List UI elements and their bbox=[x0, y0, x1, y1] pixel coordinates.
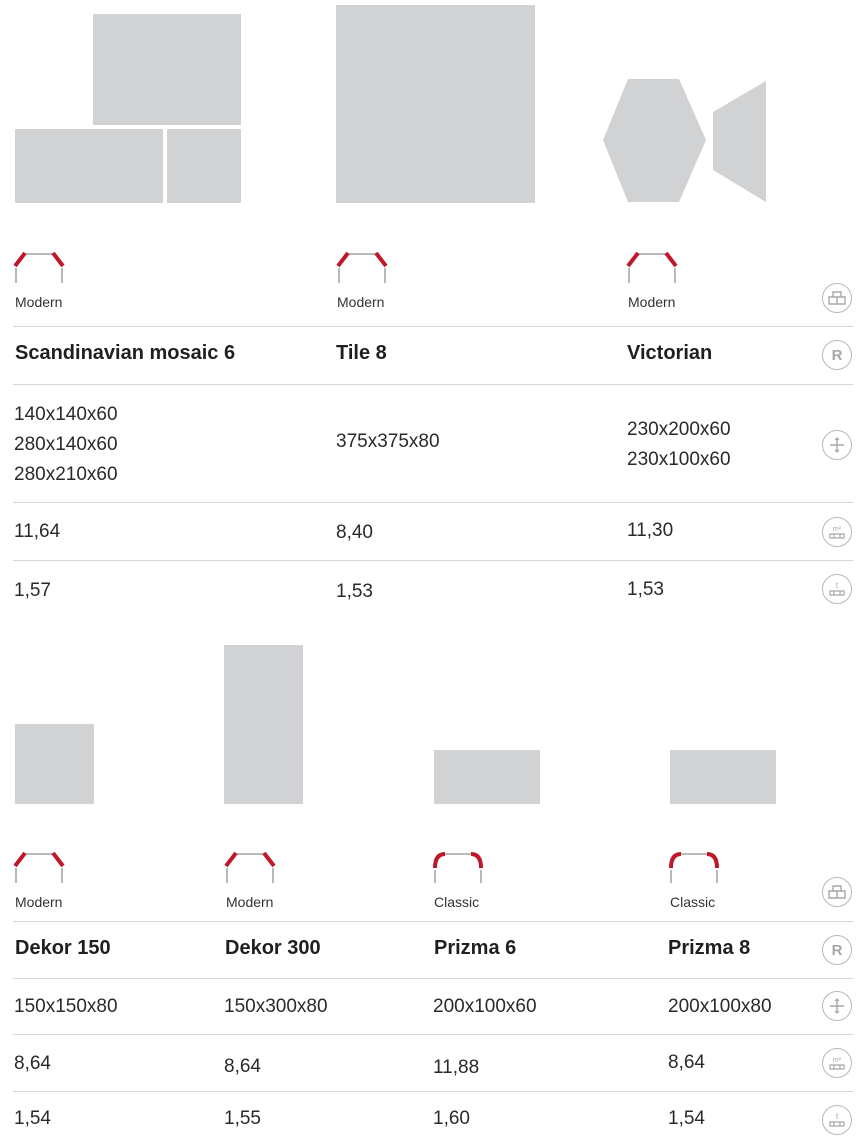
edge-profile-icon bbox=[626, 251, 678, 283]
edge-type-label: Classic bbox=[670, 894, 716, 910]
row-divider bbox=[13, 1034, 853, 1035]
tonne-pallet-icon: t bbox=[822, 574, 852, 604]
product-dimensions: 375x375x80 bbox=[336, 431, 440, 452]
row-divider bbox=[13, 560, 853, 561]
edge-profile-icon bbox=[669, 852, 719, 883]
dimensions-icon bbox=[822, 991, 852, 1021]
product-weight-per-pallet: 1,55 bbox=[224, 1108, 261, 1129]
registered-icon: R bbox=[822, 935, 852, 965]
product-name[interactable]: Victorian bbox=[627, 342, 712, 365]
product-weight-per-pallet: 1,53 bbox=[627, 579, 664, 600]
square-meter-pallet-icon: m² bbox=[822, 517, 852, 547]
product-dimensions: 150x150x80 bbox=[14, 996, 118, 1017]
row-divider bbox=[13, 502, 853, 503]
product-weight-per-pallet: 1,53 bbox=[336, 581, 373, 602]
product-name[interactable]: Prizma 6 bbox=[434, 937, 516, 960]
edge-profile-row-icon bbox=[822, 283, 852, 313]
row-divider bbox=[13, 921, 853, 922]
weight-unit-label: t bbox=[835, 1112, 839, 1121]
edge-type-label: Modern bbox=[15, 894, 63, 910]
row-divider bbox=[13, 384, 853, 385]
product-name[interactable]: Dekor 150 bbox=[15, 937, 111, 960]
product-dimensions: 200x100x60 bbox=[433, 996, 537, 1017]
product-dimensions: 200x100x80 bbox=[668, 996, 772, 1017]
edge-profile-icon bbox=[13, 251, 65, 283]
weight-unit-label: t bbox=[835, 581, 839, 590]
row-divider bbox=[13, 978, 853, 979]
edge-profile-icon bbox=[13, 851, 65, 883]
edge-profile-icon bbox=[336, 251, 388, 283]
product-image-dekor-300 bbox=[224, 645, 303, 804]
product-area-per-pallet: 8,64 bbox=[668, 1052, 705, 1073]
product-name[interactable]: Tile 8 bbox=[336, 342, 387, 365]
area-unit-label: m² bbox=[832, 525, 842, 533]
product-dimensions: 150x300x80 bbox=[224, 996, 328, 1017]
product-area-per-pallet: 11,64 bbox=[14, 521, 61, 542]
product-image-prizma-6 bbox=[434, 750, 540, 804]
edge-type-label: Modern bbox=[628, 294, 676, 310]
area-unit-label: m² bbox=[832, 1056, 842, 1064]
tonne-pallet-icon: t bbox=[822, 1105, 852, 1135]
product-area-per-pallet: 11,88 bbox=[433, 1057, 480, 1078]
edge-profile-row-icon bbox=[822, 877, 852, 907]
product-weight-per-pallet: 1,57 bbox=[14, 580, 51, 601]
row-divider bbox=[13, 1091, 853, 1092]
product-area-per-pallet: 8,40 bbox=[336, 522, 373, 543]
product-area-per-pallet: 11,30 bbox=[627, 520, 674, 541]
edge-type-label: Modern bbox=[337, 294, 385, 310]
edge-type-label: Classic bbox=[434, 894, 480, 910]
product-area-per-pallet: 8,64 bbox=[224, 1056, 261, 1077]
product-weight-per-pallet: 1,54 bbox=[668, 1108, 705, 1129]
product-image-victorian bbox=[603, 79, 766, 202]
edge-profile-icon bbox=[224, 851, 276, 883]
product-area-per-pallet: 8,64 bbox=[14, 1053, 51, 1074]
product-name[interactable]: Prizma 8 bbox=[668, 937, 750, 960]
edge-type-label: Modern bbox=[15, 294, 63, 310]
product-image-dekor-150 bbox=[15, 724, 94, 804]
row-divider bbox=[13, 326, 853, 327]
product-image-tile-8 bbox=[336, 5, 535, 203]
registered-icon: R bbox=[822, 340, 852, 370]
square-meter-pallet-icon: m² bbox=[822, 1048, 852, 1078]
product-name[interactable]: Dekor 300 bbox=[225, 937, 321, 960]
product-weight-per-pallet: 1,54 bbox=[14, 1108, 51, 1129]
edge-profile-icon bbox=[433, 852, 483, 883]
product-image-prizma-8 bbox=[670, 750, 776, 804]
dimensions-icon bbox=[822, 430, 852, 460]
product-weight-per-pallet: 1,60 bbox=[433, 1108, 470, 1129]
product-dimensions: 230x200x60 230x100x60 bbox=[627, 419, 731, 470]
product-name[interactable]: Scandinavian mosaic 6 bbox=[15, 342, 235, 365]
product-dimensions: 140x140x60 280x140x60 280x210x60 bbox=[14, 404, 118, 485]
edge-type-label: Modern bbox=[226, 894, 274, 910]
